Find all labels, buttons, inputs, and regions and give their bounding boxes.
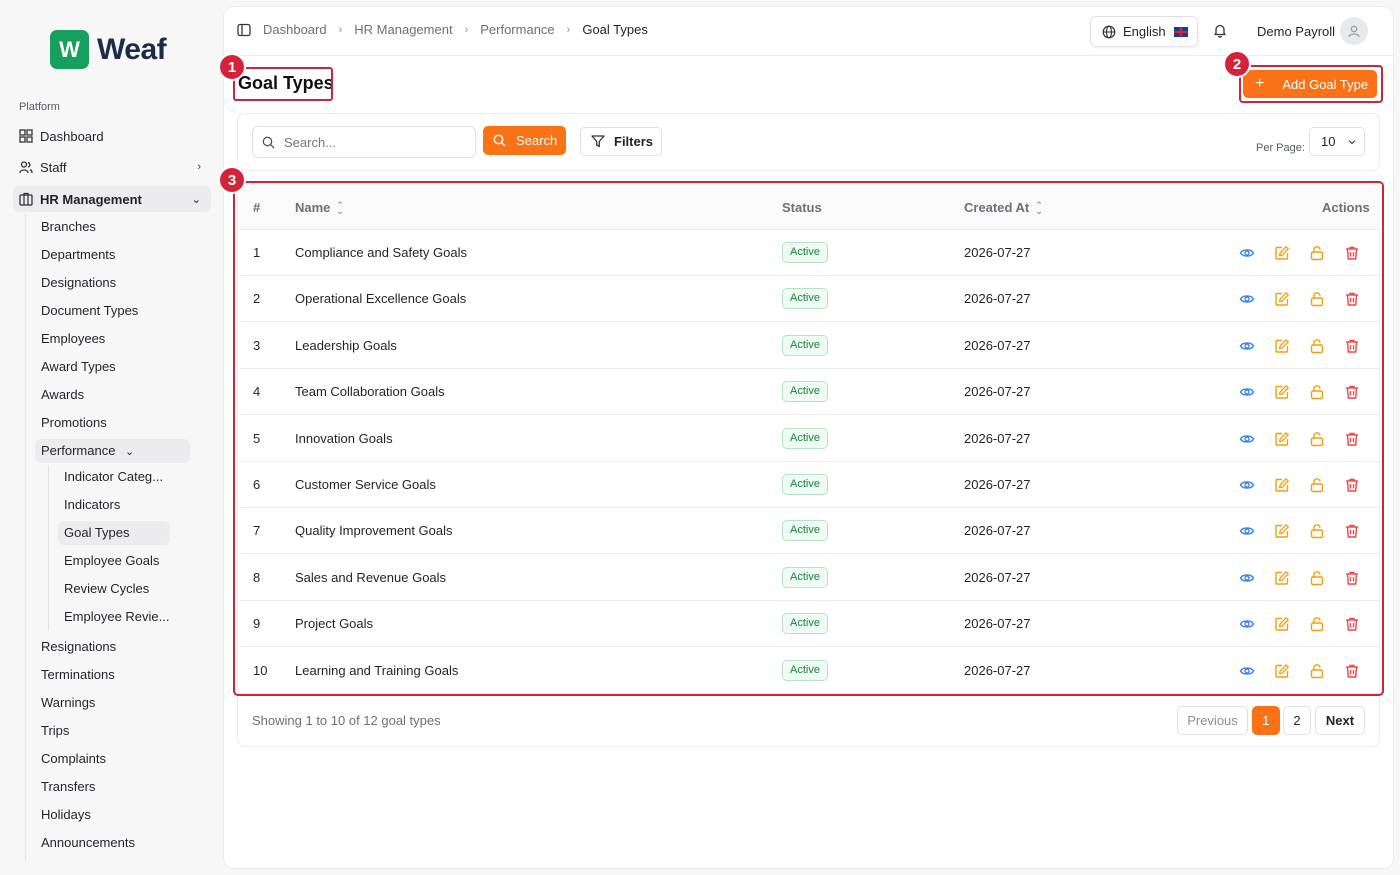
sidebar-item-staff[interactable]: Staff › xyxy=(13,154,211,180)
filters-button-label: Filters xyxy=(614,134,654,149)
user-name[interactable]: Demo Payroll xyxy=(1257,24,1335,39)
sidebar-subitem[interactable]: Designations xyxy=(35,271,116,295)
sidebar-item-label: HR Management xyxy=(40,191,142,207)
annotation-box xyxy=(233,67,333,101)
sidebar-subitem[interactable]: Holidays xyxy=(35,803,91,827)
uk-flag-icon xyxy=(1173,26,1188,37)
language-button[interactable]: English xyxy=(1090,16,1198,47)
sidebar-subitem[interactable]: Terminations xyxy=(35,663,115,687)
sidebar-subitem[interactable]: Employees xyxy=(35,327,105,351)
search-icon xyxy=(493,134,506,147)
filter-icon xyxy=(591,135,605,148)
sidebar-subitem[interactable]: Trips xyxy=(35,719,69,743)
main-panel: Dashboard › HR Management › Performance … xyxy=(218,7,1393,868)
sidebar-subitem[interactable]: Departments xyxy=(35,243,115,267)
sidebar-subitem-label: Performance xyxy=(41,443,116,458)
globe-icon xyxy=(1102,25,1116,38)
top-bar: Dashboard › HR Management › Performance … xyxy=(224,7,1393,56)
chevron-right-icon: › xyxy=(566,23,571,36)
page-button-2[interactable]: 2 xyxy=(1283,706,1311,735)
annotation-badge: 2 xyxy=(1223,50,1251,78)
section-label: Platform xyxy=(19,101,60,113)
sidebar-subitem[interactable]: Review Cycles xyxy=(58,577,149,601)
tree-line xyxy=(25,214,26,860)
filter-toolbar: Search Filters Per Page: 10 xyxy=(237,113,1380,171)
chevron-right-icon: › xyxy=(464,23,469,36)
tree-line xyxy=(48,465,49,631)
chevron-right-icon: › xyxy=(197,161,201,173)
page-button-1[interactable]: 1 xyxy=(1252,706,1280,735)
sidebar-subitem[interactable]: Document Types xyxy=(35,299,138,323)
logo-mark: W xyxy=(50,30,89,69)
search-button[interactable]: Search xyxy=(483,126,566,155)
annotation-badge: 3 xyxy=(218,166,246,194)
sidebar-subitem[interactable]: Indicators xyxy=(58,493,120,517)
chevron-down-icon: ⌄ xyxy=(191,193,201,206)
sidebar: W Weaf Platform Dashboard Staff › HR Man… xyxy=(0,0,222,875)
user-icon xyxy=(1348,25,1360,38)
sidebar-subitem[interactable]: Indicator Categ... xyxy=(58,465,163,489)
sidebar-subitem[interactable]: Transfers xyxy=(35,775,95,799)
breadcrumb-item[interactable]: HR Management xyxy=(354,22,452,37)
sidebar-subitem[interactable]: Resignations xyxy=(35,635,116,659)
breadcrumb-current: Goal Types xyxy=(582,22,648,37)
sidebar-subitem[interactable]: Promotions xyxy=(35,411,107,435)
annotation-box xyxy=(1239,65,1383,103)
bell-icon[interactable] xyxy=(1213,23,1227,38)
sidebar-item-label: Staff xyxy=(40,159,67,175)
per-page-label: Per Page: xyxy=(1256,142,1305,154)
breadcrumb: Dashboard › HR Management › Performance … xyxy=(237,22,648,37)
pagination-summary: Showing 1 to 10 of 12 goal types xyxy=(252,713,441,728)
annotation-box xyxy=(233,181,1384,696)
sidebar-subitem-performance[interactable]: Performance ⌄ xyxy=(35,439,190,463)
chevron-down-icon: ⌄ xyxy=(125,446,135,458)
grid-icon xyxy=(19,129,33,143)
sidebar-subitem[interactable]: Warnings xyxy=(35,691,95,715)
sidebar-item-dashboard[interactable]: Dashboard xyxy=(13,123,211,149)
breadcrumb-item[interactable]: Dashboard xyxy=(263,22,327,37)
sidebar-subitem[interactable]: Employee Goals xyxy=(58,549,159,573)
users-icon xyxy=(19,161,33,174)
per-page-select[interactable]: 10 xyxy=(1309,127,1365,156)
search-button-label: Search xyxy=(516,133,558,148)
chevron-right-icon: › xyxy=(338,23,343,36)
logo[interactable]: W Weaf xyxy=(50,30,167,69)
building-icon xyxy=(19,192,33,206)
search-input[interactable] xyxy=(252,126,476,158)
breadcrumb-item[interactable]: Performance xyxy=(480,22,554,37)
per-page-value: 10 xyxy=(1321,134,1336,149)
chevron-down-icon xyxy=(1349,139,1356,144)
logo-text: Weaf xyxy=(97,32,167,66)
sidebar-item-hr-management[interactable]: HR Management ⌄ xyxy=(13,186,211,212)
sidebar-subitem[interactable]: Award Types xyxy=(35,355,116,379)
sidebar-toggle-icon[interactable] xyxy=(237,23,251,37)
language-label: English xyxy=(1123,24,1166,39)
sidebar-subitem[interactable]: Announcements xyxy=(35,831,135,855)
sidebar-subitem[interactable]: Awards xyxy=(35,383,84,407)
filters-button[interactable]: Filters xyxy=(580,127,662,156)
sidebar-subitem[interactable]: Complaints xyxy=(35,747,106,771)
annotation-badge: 1 xyxy=(218,53,246,81)
sidebar-subitem[interactable]: Branches xyxy=(35,215,96,239)
avatar[interactable] xyxy=(1340,17,1368,45)
sidebar-subitem[interactable]: Employee Revie... xyxy=(58,605,170,629)
previous-page-button[interactable]: Previous xyxy=(1177,706,1248,735)
search-icon xyxy=(262,136,275,149)
sidebar-subitem-goal-types[interactable]: Goal Types xyxy=(58,521,170,545)
next-page-button[interactable]: Next xyxy=(1315,706,1365,735)
sidebar-item-label: Dashboard xyxy=(40,128,104,144)
